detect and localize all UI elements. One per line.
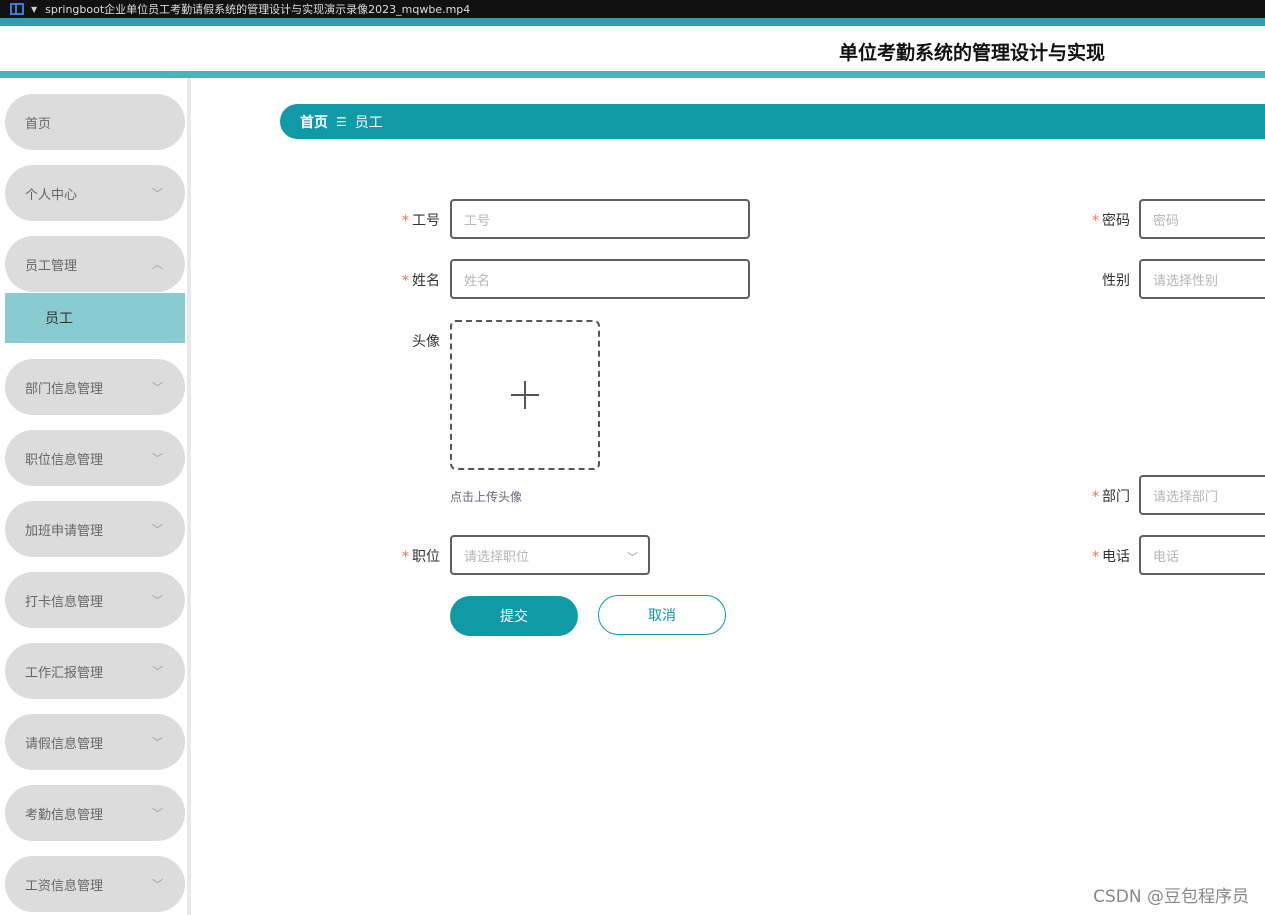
required-marker: * [402, 273, 409, 289]
phone-input[interactable]: 电话 [1139, 535, 1265, 575]
sidebar-item-home[interactable]: 首页 [5, 94, 185, 150]
plus-icon [511, 381, 539, 409]
cancel-button[interactable]: 取消 [598, 595, 726, 635]
sidebar-item-label: 首页 [25, 116, 52, 132]
breadcrumb-current: 员工 [354, 114, 383, 131]
chevron-down-icon: ﹀ [152, 594, 163, 607]
name-label: * 姓名 [402, 273, 440, 289]
sidebar-item-label: 员工管理 [25, 258, 78, 274]
sidebar-item-department-info[interactable]: 部门信息管理 ﹀ [5, 359, 185, 415]
sidebar-item-salary[interactable]: 工资信息管理 ﹀ [5, 856, 185, 912]
window-titlebar: ▼ springboot企业单位员工考勤请假系统的管理设计与实现演示录像2023… [0, 0, 1265, 18]
required-marker: * [1092, 489, 1099, 505]
avatar-label: 头像 [412, 334, 440, 350]
sidebar-subitem-employee[interactable]: 员工 [5, 293, 185, 343]
position-select[interactable]: 请选择职位 ﹀ [450, 535, 650, 575]
required-marker: * [402, 213, 409, 229]
required-marker: * [1092, 213, 1099, 229]
sidebar-item-personal-center[interactable]: 个人中心 ﹀ [5, 165, 185, 221]
header-bottom-bar [0, 71, 1265, 78]
breadcrumb: 首页 ☰ 员工 [280, 104, 1265, 139]
sidebar-item-label: 打卡信息管理 [25, 594, 104, 610]
chevron-down-icon: ﹀ [152, 452, 163, 465]
required-marker: * [1092, 549, 1099, 565]
app-icon[interactable] [10, 3, 24, 15]
caret-down-icon[interactable]: ▼ [31, 5, 37, 14]
password-label: * 密码 [1092, 213, 1130, 229]
breadcrumb-separator-icon: ☰ [336, 114, 347, 129]
gender-select[interactable]: 请选择性别 [1139, 259, 1265, 299]
sidebar-item-work-report[interactable]: 工作汇报管理 ﹀ [5, 643, 185, 699]
chevron-up-icon: ︿ [152, 258, 163, 271]
chevron-down-icon: ﹀ [152, 807, 163, 820]
avatar-upload-hint: 点击上传头像 [450, 490, 523, 504]
sidebar-item-label: 部门信息管理 [25, 381, 104, 397]
sidebar-item-employee-management[interactable]: 员工管理 ︿ [5, 236, 185, 292]
sidebar-item-label: 工作汇报管理 [25, 665, 104, 681]
chevron-down-icon: ﹀ [152, 665, 163, 678]
chevron-down-icon: ﹀ [152, 381, 163, 394]
window-title: springboot企业单位员工考勤请假系统的管理设计与实现演示录像2023_m… [45, 3, 471, 16]
department-label: * 部门 [1092, 489, 1130, 505]
chevron-down-icon: ﹀ [627, 551, 638, 564]
chevron-down-icon: ﹀ [152, 878, 163, 891]
avatar-upload[interactable] [450, 320, 600, 470]
site-title: 单位考勤系统的管理设计与实现 [838, 42, 1105, 64]
required-marker: * [402, 549, 409, 565]
department-select[interactable]: 请选择部门 [1139, 475, 1265, 515]
chevron-down-icon: ﹀ [152, 187, 163, 200]
sidebar-item-label: 请假信息管理 [25, 736, 104, 752]
site-header: 单位考勤系统的管理设计与实现 [0, 26, 1265, 71]
gender-label: 性别 [1102, 273, 1130, 289]
sidebar-item-overtime[interactable]: 加班申请管理 ﹀ [5, 501, 185, 557]
watermark: CSDN @豆包程序员 [1093, 887, 1249, 907]
breadcrumb-home[interactable]: 首页 [300, 112, 328, 132]
sidebar-item-label: 工资信息管理 [25, 878, 104, 894]
sidebar-item-label: 考勤信息管理 [25, 807, 104, 823]
header-top-bar [0, 18, 1265, 26]
submit-button[interactable]: 提交 [450, 596, 578, 636]
chevron-down-icon: ﹀ [152, 523, 163, 536]
sidebar-item-attendance[interactable]: 考勤信息管理 ﹀ [5, 785, 185, 841]
password-input[interactable]: 密码 [1139, 199, 1265, 239]
sidebar-item-label: 个人中心 [25, 187, 78, 203]
name-input[interactable]: 姓名 [450, 259, 750, 299]
sidebar-item-position-info[interactable]: 职位信息管理 ﹀ [5, 430, 185, 486]
employee-no-label: * 工号 [402, 213, 440, 229]
employee-no-input[interactable]: 工号 [450, 199, 750, 239]
sidebar-item-label: 加班申请管理 [25, 523, 104, 539]
chevron-down-icon: ﹀ [152, 736, 163, 749]
sidebar-item-clock-in[interactable]: 打卡信息管理 ﹀ [5, 572, 185, 628]
sidebar: 首页 个人中心 ﹀ 员工管理 ︿ 员工 部门信息管理 ﹀ 职位信息管理 ﹀ 加班申请管理… [0, 78, 191, 915]
sidebar-item-leave[interactable]: 请假信息管理 ﹀ [5, 714, 185, 770]
phone-label: * 电话 [1092, 549, 1130, 565]
position-label: * 职位 [402, 549, 440, 565]
sidebar-item-label: 职位信息管理 [25, 452, 104, 468]
